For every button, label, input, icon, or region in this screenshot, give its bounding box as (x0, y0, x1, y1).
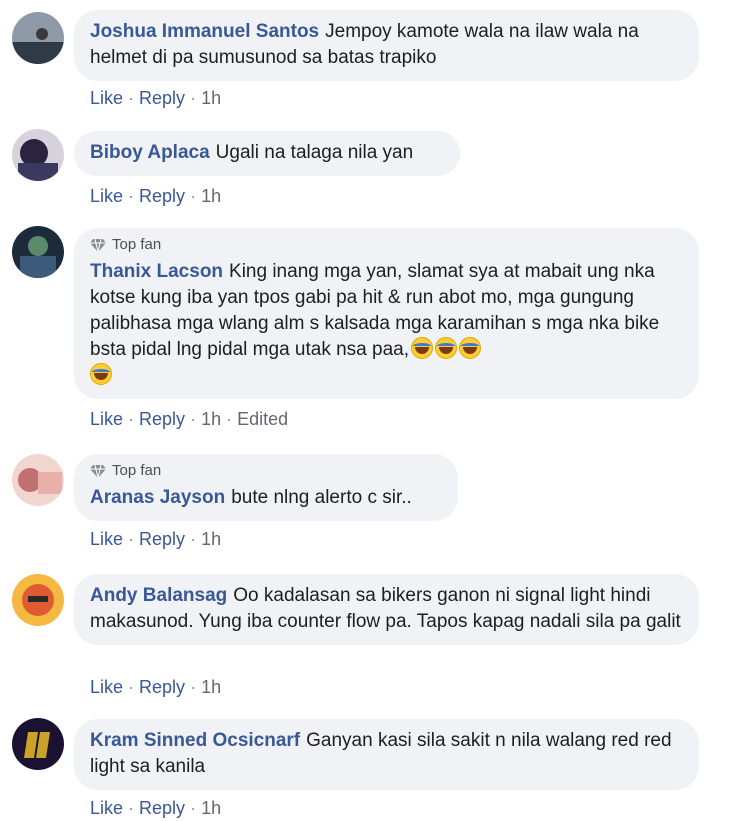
avatar[interactable] (12, 12, 64, 64)
separator: · (128, 409, 135, 429)
avatar[interactable] (12, 718, 64, 770)
reply-link[interactable]: Reply (139, 529, 185, 549)
separator: · (190, 677, 197, 697)
like-link[interactable]: Like (90, 529, 123, 549)
comment-timestamp[interactable]: 1h (201, 186, 221, 206)
comment-actions: Like · Reply · 1h (90, 87, 221, 109)
separator: · (190, 88, 197, 108)
top-fan-label: Top fan (112, 236, 162, 253)
separator: · (128, 677, 135, 697)
avatar[interactable] (12, 226, 64, 278)
like-link[interactable]: Like (90, 88, 123, 108)
comment-bubble: Joshua Immanuel Santos Jempoy kamote wala… (74, 10, 699, 81)
comment-actions: Like · Reply · 1h (90, 797, 221, 819)
comment-actions: Like · Reply · 1h (90, 676, 221, 698)
separator: · (190, 529, 197, 549)
top-fan-badge: Top fan (90, 462, 442, 480)
separator: · (128, 186, 135, 206)
comment-bubble: Kram Sinned Ocsicnarf Ganyan kasi sila sa… (74, 719, 699, 790)
comment-author[interactable]: Kram Sinned Ocsicnarf (90, 730, 300, 751)
like-link[interactable]: Like (90, 798, 123, 818)
comment-timestamp[interactable]: 1h (201, 798, 221, 818)
comment-author[interactable]: Thanix Lacson (90, 261, 223, 282)
avatar[interactable] (12, 129, 64, 181)
separator: · (226, 409, 233, 429)
separator: · (190, 409, 197, 429)
separator: · (128, 88, 135, 108)
avatar[interactable] (12, 454, 64, 506)
reply-link[interactable]: Reply (139, 186, 185, 206)
comment-timestamp[interactable]: 1h (201, 88, 221, 108)
like-link[interactable]: Like (90, 409, 123, 429)
laughing-tears-emoji-icon (90, 363, 112, 385)
top-fan-label: Top fan (112, 462, 162, 479)
comment-author[interactable]: Joshua Immanuel Santos (90, 21, 319, 42)
comment-author[interactable]: Andy Balansag (90, 585, 227, 606)
diamond-icon (90, 464, 106, 479)
reply-link[interactable]: Reply (139, 409, 185, 429)
comment-actions: Like · Reply · 1h · Edited (90, 408, 288, 430)
reply-link[interactable]: Reply (139, 88, 185, 108)
reply-link[interactable]: Reply (139, 677, 185, 697)
comment-bubble: Top fan Aranas Jayson bute nlng alerto c … (74, 454, 458, 521)
comment-author[interactable]: Biboy Aplaca (90, 142, 210, 163)
separator: · (128, 529, 135, 549)
comment-text: Ugali na talaga nila yan (215, 142, 414, 163)
reply-link[interactable]: Reply (139, 798, 185, 818)
like-link[interactable]: Like (90, 677, 123, 697)
comment-timestamp[interactable]: 1h (201, 409, 221, 429)
diamond-icon (90, 238, 106, 253)
laughing-tears-emoji-icon (411, 337, 433, 359)
laughing-tears-emoji-icon (435, 337, 457, 359)
separator: · (190, 798, 197, 818)
separator: · (128, 798, 135, 818)
comment-bubble: Top fan Thanix Lacson King inang mga yan,… (74, 228, 699, 399)
like-link[interactable]: Like (90, 186, 123, 206)
comment-actions: Like · Reply · 1h (90, 528, 221, 550)
laughing-tears-emoji-icon (459, 337, 481, 359)
top-fan-badge: Top fan (90, 236, 683, 254)
comment-actions: Like · Reply · 1h (90, 185, 221, 207)
edited-label[interactable]: Edited (237, 409, 288, 429)
comment-bubble: Andy Balansag Oo kadalasan sa bikers gano… (74, 574, 699, 645)
comment-bubble: Biboy Aplaca Ugali na talaga nila yan (74, 131, 460, 176)
comment-text: bute nlng alerto c sir.. (231, 487, 412, 508)
comment-author[interactable]: Aranas Jayson (90, 487, 225, 508)
separator: · (190, 186, 197, 206)
comment-timestamp[interactable]: 1h (201, 677, 221, 697)
comment-timestamp[interactable]: 1h (201, 529, 221, 549)
avatar[interactable] (12, 574, 64, 626)
